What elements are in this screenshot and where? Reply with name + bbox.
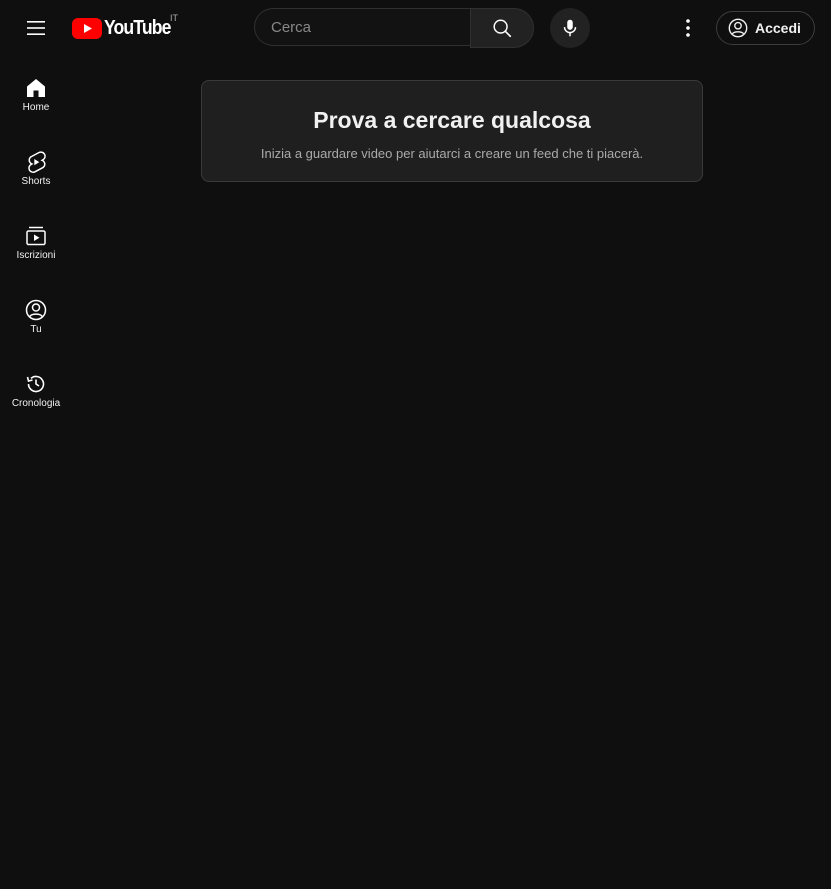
subscriptions-icon	[24, 224, 48, 248]
sidebar-item-history[interactable]: Cronologia	[4, 352, 68, 426]
account-circle-icon	[728, 18, 748, 38]
empty-feed-title: Prova a cercare qualcosa	[313, 107, 591, 133]
logo-text: YouTube	[104, 16, 171, 39]
shorts-icon	[24, 150, 48, 174]
sidebar-item-home[interactable]: Home	[4, 56, 68, 130]
search-bar	[254, 8, 534, 48]
sidebar-item-shorts[interactable]: Shorts	[4, 130, 68, 204]
home-icon	[24, 76, 48, 100]
history-icon	[24, 372, 48, 396]
country-code: IT	[170, 13, 178, 23]
search-input[interactable]	[254, 8, 470, 46]
settings-menu-button[interactable]	[668, 8, 708, 48]
sidebar-item-subscriptions[interactable]: Iscrizioni	[4, 204, 68, 278]
sign-in-button[interactable]: Accedi	[716, 11, 815, 45]
search-icon	[493, 19, 512, 38]
sidebar-item-label: Shorts	[21, 176, 51, 187]
youtube-logo[interactable]: YouTube	[72, 17, 180, 39]
account-icon	[24, 298, 48, 322]
sign-in-label: Accedi	[755, 20, 801, 36]
empty-feed-card: Prova a cercare qualcosa Inizia a guarda…	[201, 80, 703, 182]
microphone-icon	[563, 19, 577, 37]
menu-button[interactable]	[16, 8, 56, 48]
top-bar: YouTube IT Accedi	[0, 0, 831, 56]
sidebar-item-label: Iscrizioni	[16, 250, 56, 261]
sidebar-item-you[interactable]: Tu	[4, 278, 68, 352]
empty-feed-subtitle: Inizia a guardare video per aiutarci a c…	[260, 146, 644, 161]
sidebar-item-label: Home	[22, 102, 50, 113]
sidebar-item-label: Tu	[30, 324, 42, 335]
search-button[interactable]	[470, 8, 534, 48]
sidebar: Home Shorts Iscrizioni Tu Cronologia	[0, 56, 72, 426]
more-vertical-icon	[686, 19, 690, 37]
sidebar-item-label: Cronologia	[11, 398, 61, 409]
hamburger-icon	[27, 21, 45, 35]
voice-search-button[interactable]	[550, 8, 590, 48]
youtube-play-icon	[72, 17, 102, 39]
